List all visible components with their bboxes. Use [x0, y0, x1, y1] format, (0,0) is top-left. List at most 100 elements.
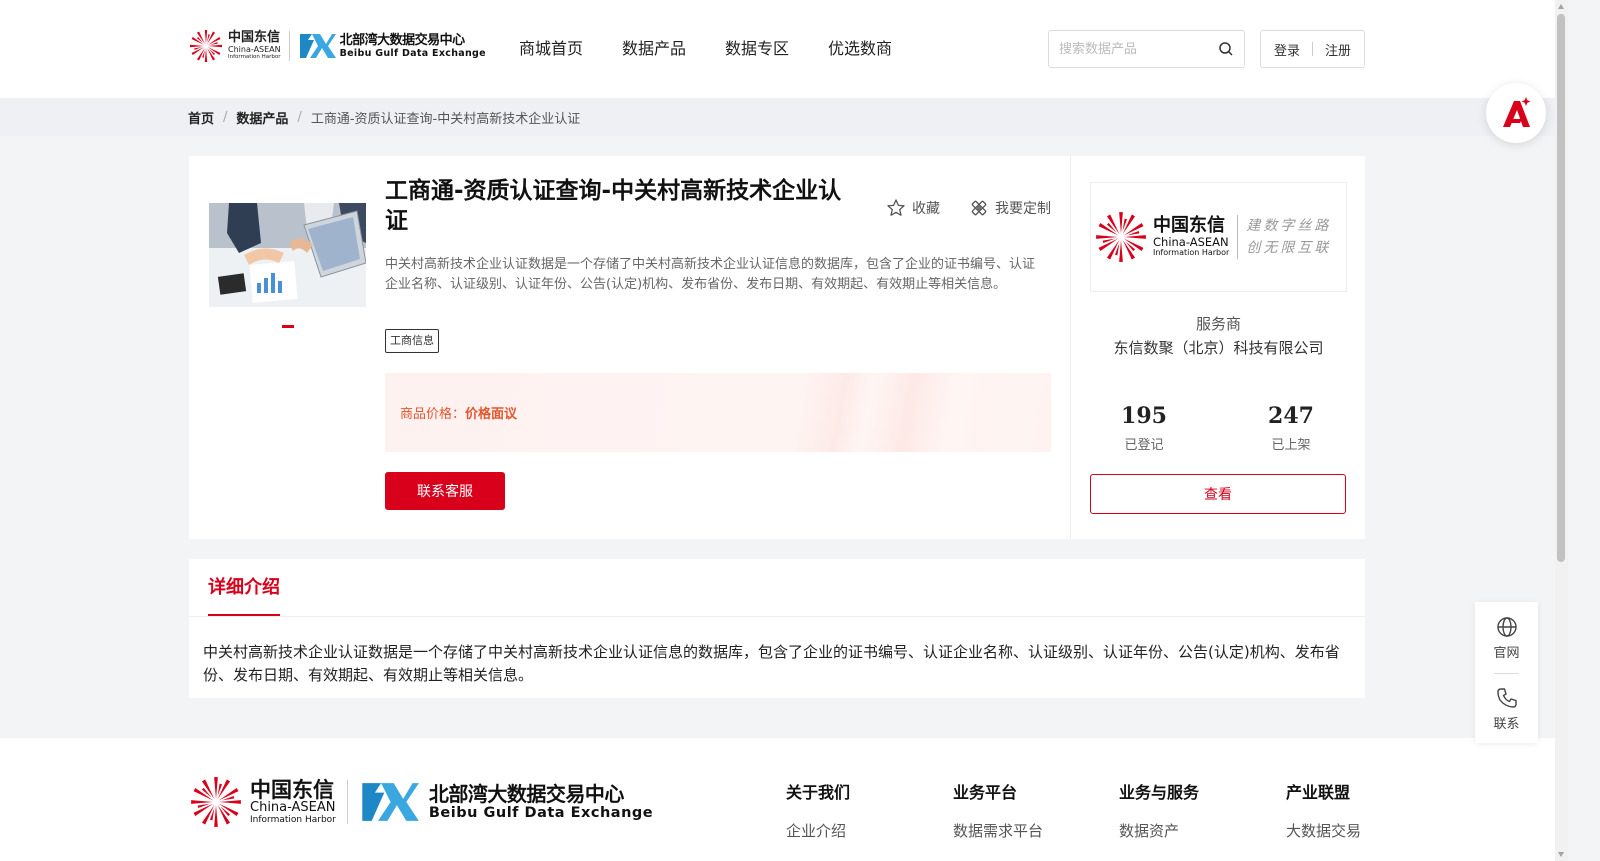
sunburst-logo-icon — [1096, 212, 1146, 262]
vendor-logo-en: China-ASEAN — [1153, 235, 1229, 249]
bx-logo-icon — [299, 34, 336, 58]
carousel-indicator[interactable] — [282, 325, 294, 328]
logo-bb-cn-text: 北部湾大数据交易中心 — [339, 32, 466, 48]
login-link[interactable]: 登录 — [1274, 40, 1300, 59]
main-nav: 商城首页 数据产品 数据专区 优选数商 — [519, 38, 931, 60]
stat-registered: 195 已登记 — [1094, 402, 1194, 453]
stat-listed-label: 已上架 — [1271, 438, 1311, 453]
contact-float-button[interactable]: 联系 — [1475, 687, 1538, 732]
nav-item-home[interactable]: 商城首页 — [519, 38, 583, 60]
detail-card: 详细介绍 中关村高新技术企业认证数据是一个存储了中关村高新技术企业认证信息的数据… — [189, 559, 1365, 698]
tab-divider — [189, 616, 1365, 617]
vendor-logo-divider — [1237, 215, 1239, 259]
vendor-slogan-1: 建数字丝路 — [1246, 218, 1332, 234]
stat-listed: 247 已上架 — [1241, 402, 1341, 453]
detail-text: 中关村高新技术企业认证数据是一个存储了中关村高新技术企业认证信息的数据库，包含了… — [203, 643, 1340, 684]
beibu-gulf-logo: 北部湾大数据交易中心 Beibu Gulf Data Exchange — [298, 32, 486, 60]
nav-item-data-zone[interactable]: 数据专区 — [725, 38, 789, 60]
logo-divider — [288, 31, 290, 61]
breadcrumb: 首页 / 数据产品 / 工商通-资质认证查询-中关村高新技术企业认证 — [188, 108, 580, 127]
float-panel-divider — [1494, 673, 1519, 674]
footer-col-title: 关于我们 — [786, 783, 851, 802]
logo-en-sub-text: Information Harbor — [228, 54, 281, 60]
product-title: 工商通-资质认证查询-中关村高新技术企业认证 — [385, 178, 842, 234]
stat-listed-value: 247 — [1268, 403, 1314, 429]
scroll-up-arrow[interactable] — [1558, 4, 1564, 9]
favorite-button[interactable]: 收藏 — [886, 198, 940, 218]
contact-float-label: 联系 — [1493, 717, 1520, 732]
breadcrumb-section[interactable]: 数据产品 — [236, 108, 288, 127]
footer-link[interactable]: 数据资产 — [1119, 821, 1199, 841]
footer-col-title: 业务平台 — [953, 783, 1018, 802]
footer-logo-en-sub: Information Harbor — [250, 814, 336, 825]
nav-item-data-products[interactable]: 数据产品 — [622, 38, 686, 60]
footer-col-title: 业务与服务 — [1119, 783, 1200, 802]
vendor-logo: 中国东信 China-ASEAN Information Harbor 建数字丝… — [1090, 182, 1347, 292]
page-scrollbar[interactable] — [1555, 0, 1568, 861]
price-row: 商品价格：价格面议 — [400, 403, 517, 422]
footer-link[interactable]: 企业介绍 — [786, 821, 850, 841]
search-icon[interactable] — [1218, 41, 1234, 57]
footer-logo-bb-cn: 北部湾大数据交易中心 — [428, 781, 625, 806]
breadcrumb-separator: / — [297, 110, 302, 125]
customize-button[interactable]: 我要定制 — [969, 198, 1051, 218]
vendor-slogan-2: 创无限互联 — [1246, 240, 1332, 256]
footer-link[interactable]: 数据需求平台 — [953, 821, 1043, 841]
price-label: 商品价格： — [400, 407, 466, 422]
price-value: 价格面议 — [465, 407, 518, 422]
footer-col-platform: 业务平台 数据需求平台 — [953, 783, 1043, 841]
vendor-label: 服务商 — [1195, 315, 1241, 333]
site-logo[interactable]: 中国东信 China-ASEAN Information Harbor 北部湾大… — [188, 28, 486, 64]
business-meeting-image — [209, 203, 366, 307]
contact-service-button[interactable]: 联系客服 — [385, 472, 505, 510]
logo-en-text: China-ASEAN — [228, 45, 281, 54]
china-asean-logo: 中国东信 China-ASEAN Information Harbor — [188, 28, 281, 64]
auth-box: 登录 注册 — [1260, 30, 1365, 68]
auth-divider — [1312, 42, 1313, 56]
footer-logo[interactable]: 中国东信 China-ASEAN Information Harbor 北部湾大… — [188, 774, 653, 830]
view-vendor-button[interactable]: 查看 — [1090, 474, 1346, 514]
website-label: 官网 — [1493, 646, 1520, 661]
tab-detail-intro[interactable]: 详细介绍 — [208, 576, 280, 616]
footer-logo-en: China-ASEAN — [250, 799, 336, 815]
top-header: 中国东信 China-ASEAN Information Harbor 北部湾大… — [0, 0, 1568, 98]
assistant-a-icon — [1503, 97, 1531, 127]
footer-col-about: 关于我们 企业介绍 — [786, 783, 850, 841]
sunburst-logo-icon — [191, 777, 241, 827]
customize-label: 我要定制 — [995, 201, 1051, 217]
footer-col-alliance: 产业联盟 大数据交易 — [1286, 783, 1361, 841]
footer-link[interactable]: 大数据交易 — [1286, 821, 1361, 841]
breadcrumb-current: 工商通-资质认证查询-中关村高新技术企业认证 — [310, 112, 581, 127]
logo-cn-text: 中国东信 — [228, 30, 281, 45]
vendor-name: 东信数聚（北京）科技有限公司 — [1113, 339, 1324, 357]
scrollbar-thumb[interactable] — [1557, 14, 1565, 562]
scroll-down-arrow[interactable] — [1558, 852, 1564, 857]
card-divider — [1070, 156, 1071, 539]
footer-col-services: 业务与服务 数据资产 — [1119, 783, 1199, 841]
breadcrumb-bar: 首页 / 数据产品 / 工商通-资质认证查询-中关村高新技术企业认证 — [0, 98, 1555, 136]
footer-logo-cn: 中国东信 — [250, 777, 334, 802]
bx-logo-icon — [362, 783, 419, 821]
stat-registered-value: 195 — [1121, 403, 1167, 429]
sunburst-logo-icon — [190, 30, 222, 62]
breadcrumb-home[interactable]: 首页 — [188, 108, 214, 127]
product-card: 工商通-资质认证查询-中关村高新技术企业认证 收藏 我要定制 中关村高新技术企业… — [189, 156, 1365, 539]
product-image[interactable] — [209, 203, 366, 307]
category-tag: 工商信息 — [385, 329, 439, 353]
favorite-label: 收藏 — [912, 201, 940, 217]
side-float-panel: 官网 联系 — [1475, 602, 1538, 743]
search-box — [1048, 30, 1245, 68]
footer: 中国东信 China-ASEAN Information Harbor 北部湾大… — [0, 738, 1555, 861]
search-input[interactable] — [1049, 31, 1209, 67]
stat-registered-label: 已登记 — [1124, 438, 1164, 453]
vendor-logo-en-sub: Information Harbor — [1153, 248, 1230, 257]
assistant-float-button[interactable] — [1486, 83, 1546, 143]
nav-item-selected-vendors[interactable]: 优选数商 — [828, 38, 892, 60]
custom-tool-icon — [971, 200, 987, 216]
breadcrumb-separator: / — [223, 110, 228, 125]
vendor-logo-cn: 中国东信 — [1153, 215, 1225, 236]
register-link[interactable]: 注册 — [1325, 40, 1351, 59]
website-button[interactable]: 官网 — [1475, 616, 1538, 661]
price-box: 商品价格：价格面议 — [385, 373, 1051, 452]
star-icon — [887, 199, 905, 216]
